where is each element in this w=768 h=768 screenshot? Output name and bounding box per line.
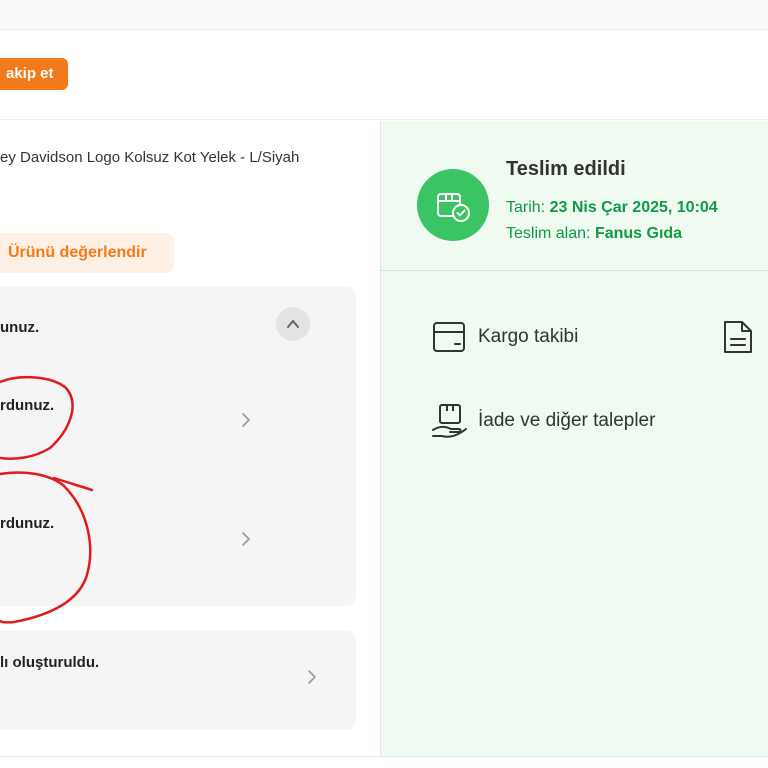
delivered-box-icon (417, 169, 489, 241)
order-created-row[interactable]: lı oluşturuldu. (0, 630, 356, 730)
return-requests-label: İade ve diğer talepler (478, 410, 656, 431)
delivery-date-label: Tarih: (506, 199, 546, 216)
delivery-status-title: Teslim edildi (506, 158, 626, 180)
history-row-text: rdunuz. (0, 515, 55, 532)
chevron-right-icon[interactable] (306, 669, 318, 685)
history-row-text: rdunuz. (0, 397, 55, 414)
delivery-receiver: Teslim alan: Fanus Gıda (506, 225, 682, 243)
delivery-receiver-label: Teslim alan: (506, 225, 591, 242)
delivery-receiver-value: Fanus Gıda (594, 225, 683, 242)
cargo-tracking-label: Kargo takibi (478, 326, 579, 347)
chevron-right-icon[interactable] (240, 531, 252, 547)
follow-button[interactable]: akip et (0, 58, 68, 90)
order-item-panel: ey Davidson Logo Kolsuz Kot Yelek - L/Si… (0, 121, 380, 756)
collapse-button[interactable] (276, 307, 310, 341)
delivery-date: Tarih: 23 Nis Çar 2025, 10:04 (506, 199, 718, 217)
delivery-panel: Teslim edildi Tarih: 23 Nis Çar 2025, 10… (380, 121, 768, 756)
product-name[interactable]: ey Davidson Logo Kolsuz Kot Yelek - L/Si… (0, 149, 299, 166)
history-summary-text: unuz. (0, 319, 40, 336)
top-band (0, 0, 768, 30)
order-created-text: lı oluşturuldu. (0, 654, 100, 671)
order-history-panel: unuz. rdunuz. rdunuz. (0, 286, 356, 606)
review-product-button[interactable]: Ürünü değerlendir (0, 233, 174, 273)
chevron-up-icon (287, 320, 299, 328)
delivery-status: Teslim edildi Tarih: 23 Nis Çar 2025, 10… (381, 121, 768, 271)
package-icon (433, 322, 465, 352)
chevron-right-icon[interactable] (240, 412, 252, 428)
bottom-divider (0, 756, 768, 768)
return-box-hand-icon (432, 404, 467, 438)
order-header: akip et (0, 30, 768, 120)
delivery-date-value: 23 Nis Çar 2025, 10:04 (549, 199, 718, 216)
invoice-icon[interactable] (721, 319, 755, 355)
